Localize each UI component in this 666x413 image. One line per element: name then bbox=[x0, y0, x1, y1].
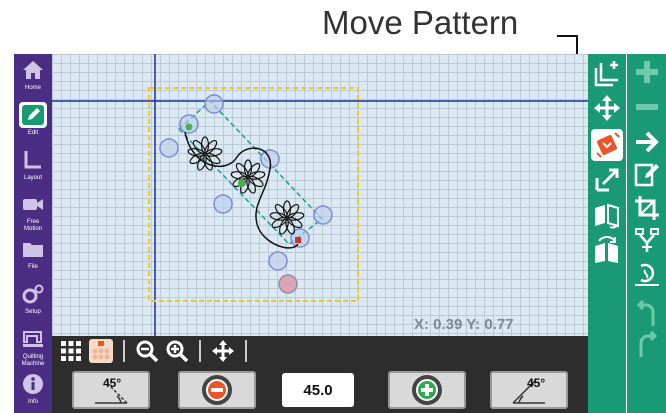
toolbar-separator bbox=[123, 340, 125, 362]
resize-handles[interactable] bbox=[159, 94, 333, 271]
mirror-button[interactable] bbox=[591, 200, 623, 232]
resize-button[interactable] bbox=[591, 164, 623, 196]
plus-circle-icon bbox=[412, 375, 442, 405]
zoom-out-button[interactable] bbox=[132, 337, 162, 365]
layout-icon bbox=[19, 147, 47, 173]
rotate-cw-45-button[interactable]: 45° bbox=[490, 371, 568, 409]
toolbar-separator bbox=[245, 340, 247, 362]
app-root: Move Pattern Home Edit Layout Free Motio… bbox=[0, 0, 666, 413]
end-point-marker bbox=[295, 237, 301, 243]
plus-icon bbox=[636, 61, 658, 83]
arrow-right-icon bbox=[636, 131, 659, 153]
minus-circle-icon bbox=[202, 375, 232, 405]
increase-angle-button[interactable] bbox=[388, 371, 466, 409]
design-canvas[interactable] bbox=[52, 54, 588, 336]
rotate-cw-45-label: 45° bbox=[527, 376, 545, 390]
pattern-layer bbox=[52, 54, 588, 336]
center-point-marker bbox=[238, 179, 246, 187]
view-toolbar bbox=[52, 336, 588, 366]
edit-icon bbox=[19, 101, 47, 128]
nav-quilting-machine-label: Quilting Machine bbox=[21, 354, 45, 368]
nav-free-motion[interactable]: Free Motion bbox=[14, 188, 52, 233]
undo-button[interactable] bbox=[631, 298, 663, 330]
crop-icon bbox=[635, 196, 659, 220]
sewing-machine-icon bbox=[19, 326, 47, 352]
pan-button[interactable] bbox=[208, 337, 238, 365]
add-button[interactable] bbox=[631, 56, 663, 88]
nav-layout-label: Layout bbox=[23, 174, 42, 181]
nav-setup[interactable]: Setup bbox=[14, 278, 52, 323]
quilt-block-icon bbox=[89, 339, 113, 363]
nav-setup-label: Setup bbox=[25, 309, 41, 316]
angle-value-field[interactable]: 45.0 bbox=[282, 373, 354, 407]
zoom-in-icon bbox=[166, 340, 189, 363]
pan-arrows-icon bbox=[212, 340, 234, 362]
add-pattern-button[interactable] bbox=[591, 58, 623, 90]
nav-edit-label: Edit bbox=[27, 129, 39, 136]
video-camera-icon bbox=[19, 191, 47, 217]
nav-file[interactable]: File bbox=[14, 233, 52, 278]
start-point-marker bbox=[185, 123, 193, 131]
repeat-button[interactable] bbox=[631, 258, 663, 290]
nav-layout[interactable]: Layout bbox=[14, 144, 52, 189]
move-pattern-button[interactable] bbox=[591, 129, 623, 161]
quilt-view-button[interactable] bbox=[86, 337, 116, 365]
merge-button[interactable] bbox=[631, 224, 663, 256]
nav-quilting-machine[interactable]: Quilting Machine bbox=[14, 323, 52, 368]
move-pattern-icon bbox=[596, 132, 620, 158]
grid-toggle-button[interactable] bbox=[56, 337, 86, 365]
nav-free-motion-label: Free Motion bbox=[23, 219, 42, 233]
toolbar-separator bbox=[199, 340, 201, 362]
nav-info[interactable]: Info bbox=[14, 368, 52, 413]
rotate-button[interactable] bbox=[591, 234, 623, 266]
gears-icon bbox=[19, 281, 47, 307]
repeat-icon bbox=[635, 263, 659, 286]
rotate-icon bbox=[595, 236, 618, 263]
resize-icon bbox=[595, 168, 619, 192]
redo-icon bbox=[639, 331, 658, 357]
rotate-ccw-45-button[interactable]: 45° bbox=[72, 371, 150, 409]
next-button[interactable] bbox=[631, 126, 663, 158]
edit-pattern-button[interactable] bbox=[631, 158, 663, 190]
edit-tools-panel bbox=[588, 54, 626, 413]
home-icon bbox=[19, 57, 47, 83]
nav-edit[interactable]: Edit bbox=[14, 99, 52, 144]
edit-pattern-icon bbox=[634, 163, 659, 187]
action-panel bbox=[627, 54, 666, 413]
rotate-ccw-45-icon: 45° bbox=[95, 376, 128, 404]
nav-home[interactable]: Home bbox=[14, 54, 52, 99]
merge-icon bbox=[635, 228, 659, 252]
folder-icon bbox=[19, 236, 47, 262]
flower-motifs bbox=[187, 136, 305, 235]
cursor-coordinates: X: 0.39 Y: 0.77 bbox=[414, 316, 514, 333]
rotate-handle[interactable] bbox=[278, 274, 298, 294]
rotate-cw-45-icon: 45° bbox=[512, 376, 545, 404]
move-button[interactable] bbox=[591, 92, 623, 124]
remove-button[interactable] bbox=[631, 91, 663, 123]
callout-label: Move Pattern bbox=[322, 4, 519, 41]
rotation-toolbar: 45° 45.0 45° bbox=[52, 366, 588, 413]
move-icon bbox=[594, 95, 620, 121]
undo-icon bbox=[636, 300, 655, 326]
mirror-icon bbox=[595, 203, 619, 229]
redo-button[interactable] bbox=[631, 329, 663, 361]
info-icon bbox=[19, 371, 47, 397]
grid-icon bbox=[61, 341, 81, 361]
decrease-angle-button[interactable] bbox=[178, 371, 256, 409]
rotate-ccw-45-label: 45° bbox=[103, 376, 121, 390]
left-sidebar: Home Edit Layout Free Motion File Setup … bbox=[14, 54, 52, 413]
nav-info-label: Info bbox=[27, 399, 38, 406]
minus-icon bbox=[636, 104, 658, 110]
crop-button[interactable] bbox=[631, 192, 663, 224]
nav-file-label: File bbox=[28, 264, 38, 271]
zoom-out-icon bbox=[136, 340, 159, 363]
zoom-in-button[interactable] bbox=[162, 337, 192, 365]
nav-home-label: Home bbox=[24, 85, 41, 91]
add-pattern-icon bbox=[594, 61, 618, 87]
